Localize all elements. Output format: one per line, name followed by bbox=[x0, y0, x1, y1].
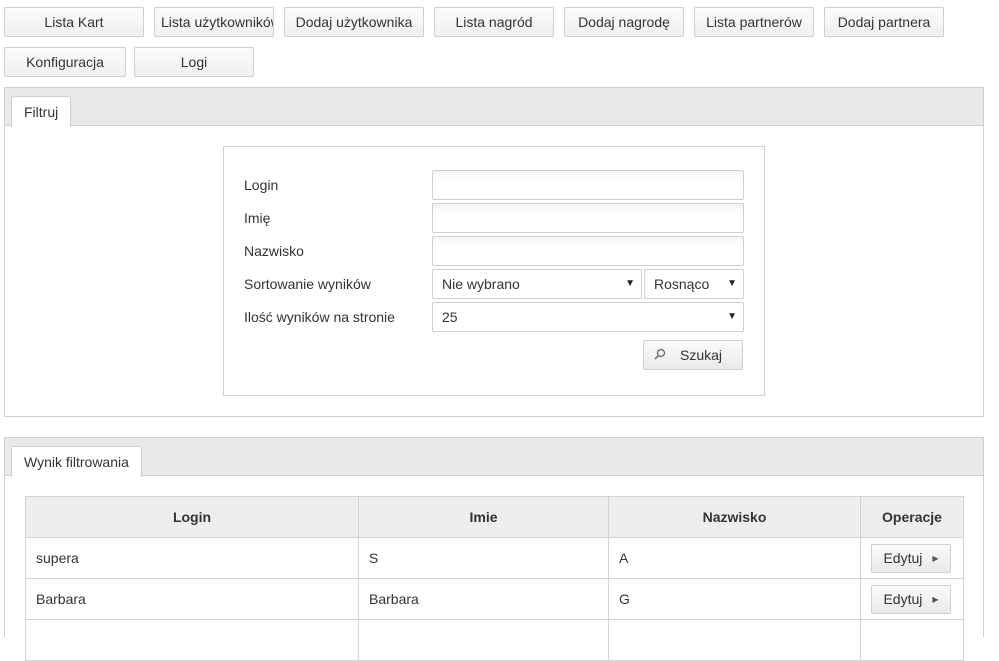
column-header-login[interactable]: Login bbox=[25, 496, 359, 538]
dropdown-arrow-icon: ▼ bbox=[727, 311, 737, 322]
edit-button[interactable]: Edytuj ▶ bbox=[871, 543, 951, 573]
column-header-operacje: Operacje bbox=[860, 496, 964, 538]
nav-dodaj-nagrode-button[interactable]: Dodaj nagrodę bbox=[564, 7, 684, 37]
sort-order-value: Rosnąco bbox=[654, 276, 710, 292]
caret-right-icon: ▶ bbox=[932, 594, 939, 604]
table-row bbox=[25, 619, 964, 661]
results-panel-header: Wynik filtrowania bbox=[5, 438, 983, 477]
tab-wynik-filtrowania[interactable]: Wynik filtrowania bbox=[11, 446, 142, 477]
dropdown-arrow-icon: ▼ bbox=[727, 278, 737, 289]
cell-login: supera bbox=[25, 537, 359, 579]
per-page-label: Ilość wyników na stronie bbox=[244, 309, 395, 325]
sort-label: Sortowanie wyników bbox=[244, 276, 371, 292]
results-panel: Wynik filtrowania Login Imie Nazwisko Op… bbox=[4, 437, 984, 661]
sort-field-value: Nie wybrano bbox=[442, 276, 520, 292]
last-name-input[interactable] bbox=[432, 236, 744, 266]
dropdown-arrow-icon: ▼ bbox=[625, 278, 635, 289]
column-header-nazwisko[interactable]: Nazwisko bbox=[608, 496, 861, 538]
edit-button[interactable]: Edytuj ▶ bbox=[871, 584, 951, 614]
cell-last-name: G bbox=[608, 578, 861, 620]
table-header-row: Login Imie Nazwisko Operacje bbox=[25, 496, 964, 538]
per-page-select[interactable]: 25 ▼ bbox=[432, 302, 744, 332]
filter-form: Login Imię Nazwisko Sortowanie wyników N… bbox=[223, 146, 765, 396]
nav-dodaj-uzytkownika-button[interactable]: Dodaj użytkownika bbox=[284, 7, 424, 37]
nav-lista-uzytkownikow-button[interactable]: Lista użytkowników bbox=[154, 7, 274, 37]
search-button[interactable]: Szukaj bbox=[643, 340, 743, 370]
cell-last-name: A bbox=[608, 537, 861, 579]
nav-logi-button[interactable]: Logi bbox=[134, 47, 254, 77]
nav-dodaj-partnera-button[interactable]: Dodaj partnera bbox=[824, 7, 944, 37]
results-table: Login Imie Nazwisko Operacje supera S A … bbox=[25, 496, 964, 661]
filter-panel: Filtruj Login Imię Nazwisko Sortowanie w… bbox=[4, 87, 984, 417]
first-name-label: Imię bbox=[244, 210, 271, 226]
column-header-imie[interactable]: Imie bbox=[358, 496, 609, 538]
search-button-label: Szukaj bbox=[680, 347, 723, 363]
cell-operations: Edytuj ▶ bbox=[860, 578, 964, 620]
cell-login: Barbara bbox=[25, 578, 359, 620]
nav-lista-kart-button[interactable]: Lista Kart bbox=[4, 7, 144, 37]
table-row: Barbara Barbara G Edytuj ▶ bbox=[25, 578, 964, 620]
per-page-value: 25 bbox=[442, 309, 458, 325]
table-row: supera S A Edytuj ▶ bbox=[25, 537, 964, 579]
cell-last-name bbox=[608, 619, 861, 661]
cell-first-name: S bbox=[358, 537, 609, 579]
login-input[interactable] bbox=[432, 170, 744, 200]
nav-lista-nagrod-button[interactable]: Lista nagród bbox=[434, 7, 554, 37]
tab-filtruj[interactable]: Filtruj bbox=[11, 96, 72, 127]
cell-operations bbox=[860, 619, 964, 661]
edit-button-label: Edytuj bbox=[883, 550, 923, 566]
first-name-input[interactable] bbox=[432, 203, 744, 233]
cell-login bbox=[25, 619, 359, 661]
edit-button-label: Edytuj bbox=[883, 591, 923, 607]
cell-first-name: Barbara bbox=[358, 578, 609, 620]
sort-order-select[interactable]: Rosnąco ▼ bbox=[644, 269, 744, 299]
cell-operations: Edytuj ▶ bbox=[860, 537, 964, 579]
sort-field-select[interactable]: Nie wybrano ▼ bbox=[432, 269, 642, 299]
nav-lista-partnerow-button[interactable]: Lista partnerów bbox=[694, 7, 814, 37]
cell-first-name bbox=[358, 619, 609, 661]
nav-konfiguracja-button[interactable]: Konfiguracja bbox=[4, 47, 126, 77]
caret-right-icon: ▶ bbox=[932, 553, 939, 563]
last-name-label: Nazwisko bbox=[244, 243, 304, 259]
search-icon bbox=[654, 348, 666, 360]
login-label: Login bbox=[244, 177, 279, 193]
filter-panel-header: Filtruj bbox=[5, 88, 983, 127]
